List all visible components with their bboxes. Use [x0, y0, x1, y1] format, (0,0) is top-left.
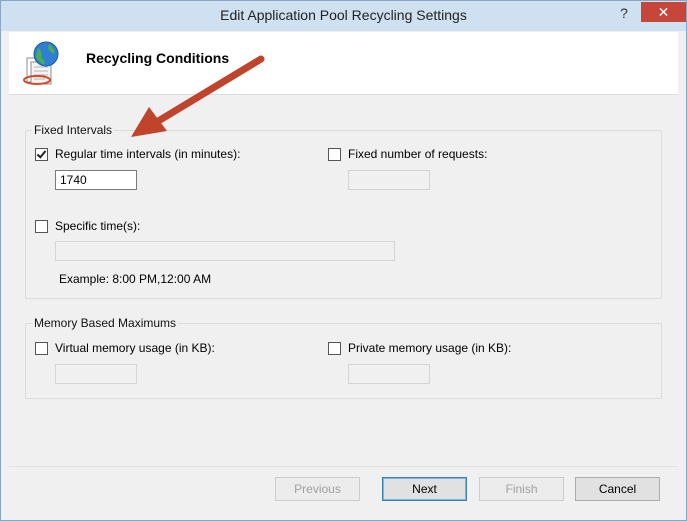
private-memory-checkbox[interactable]: [328, 341, 341, 355]
memory-maximums-legend: Memory Based Maximums: [32, 316, 179, 330]
private-memory-input[interactable]: [348, 364, 430, 384]
memory-maximums-group: Memory Based Maximums: [25, 316, 662, 399]
window-title: Edit Application Pool Recycling Settings: [220, 7, 467, 23]
title-bar[interactable]: Edit Application Pool Recycling Settings…: [1, 1, 686, 31]
fixed-intervals-legend: Fixed Intervals: [32, 123, 115, 137]
regular-time-intervals-option[interactable]: Regular time intervals (in minutes):: [35, 147, 240, 161]
private-memory-label: Private memory usage (in KB):: [348, 341, 512, 355]
page-heading: Recycling Conditions: [86, 50, 230, 66]
virtual-memory-checkbox[interactable]: [35, 341, 48, 355]
previous-button[interactable]: Previous: [275, 477, 360, 501]
fixed-number-of-requests-label: Fixed number of requests:: [348, 147, 488, 161]
cancel-button[interactable]: Cancel: [575, 477, 660, 501]
fixed-number-of-requests-input[interactable]: [348, 170, 430, 190]
regular-time-intervals-input[interactable]: [55, 170, 137, 190]
regular-time-intervals-checkbox[interactable]: [35, 147, 48, 161]
finish-button[interactable]: Finish: [479, 477, 564, 501]
close-button[interactable]: ✕: [641, 2, 686, 22]
app-pool-globe-icon: [23, 41, 59, 85]
next-button[interactable]: Next: [382, 477, 467, 501]
help-icon[interactable]: ?: [617, 5, 631, 21]
fixed-number-of-requests-checkbox[interactable]: [328, 147, 341, 161]
wizard-header: Recycling Conditions: [9, 32, 678, 95]
virtual-memory-input[interactable]: [55, 364, 137, 384]
fixed-number-of-requests-option[interactable]: Fixed number of requests:: [328, 147, 487, 161]
footer-separator: [9, 466, 678, 467]
virtual-memory-option[interactable]: Virtual memory usage (in KB):: [35, 341, 215, 355]
specific-times-label: Specific time(s):: [55, 219, 141, 233]
specific-times-input[interactable]: [55, 241, 395, 261]
specific-times-option[interactable]: Specific time(s):: [35, 219, 140, 233]
regular-time-intervals-label: Regular time intervals (in minutes):: [55, 147, 241, 161]
dialog-window: Edit Application Pool Recycling Settings…: [0, 0, 687, 521]
specific-times-checkbox[interactable]: [35, 219, 48, 233]
virtual-memory-label: Virtual memory usage (in KB):: [55, 341, 215, 355]
private-memory-option[interactable]: Private memory usage (in KB):: [328, 341, 511, 355]
specific-times-example: Example: 8:00 PM,12:00 AM: [59, 272, 212, 286]
